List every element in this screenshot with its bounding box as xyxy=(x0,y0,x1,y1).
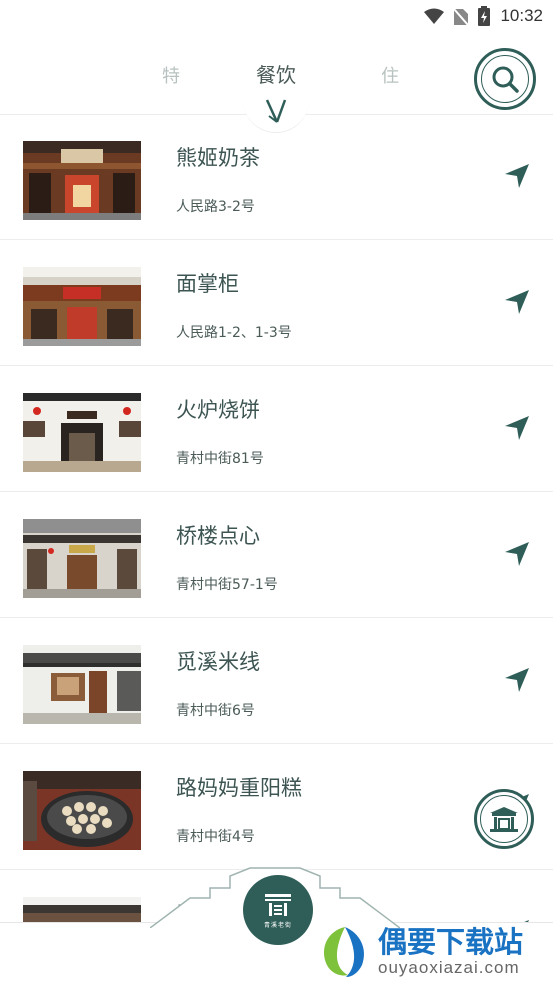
watermark-title: 偶要下载站 xyxy=(378,924,524,959)
shop-address: 青村中街81号 xyxy=(176,451,264,467)
shop-address: 青村中街57-1号 xyxy=(176,577,278,593)
top-bar: 特 餐饮 住 xyxy=(0,32,553,133)
navigate-icon[interactable] xyxy=(503,540,531,568)
chopsticks-icon xyxy=(265,99,287,123)
list-item[interactable]: 觅溪米线 青村中街6号 xyxy=(0,618,553,744)
watermark-url: ouyaoxiazai.com xyxy=(378,957,520,977)
watermark-logo-icon xyxy=(324,926,365,977)
search-button[interactable] xyxy=(474,48,536,110)
shop-address: 人民路1-2、1-3号 xyxy=(176,325,292,341)
landmark-button[interactable] xyxy=(474,789,534,849)
navigate-icon[interactable] xyxy=(503,666,531,694)
shop-name: 面掌柜 xyxy=(176,272,239,296)
navigate-icon[interactable] xyxy=(503,162,531,190)
no-sim-icon xyxy=(454,8,469,25)
shop-name: 桥楼点心 xyxy=(176,524,260,548)
navigate-icon[interactable] xyxy=(503,288,531,316)
home-button[interactable]: 青溪老街 xyxy=(243,875,313,945)
list-item[interactable]: 路妈妈重阳糕 青村中街4号 xyxy=(0,744,553,870)
wifi-icon xyxy=(424,8,445,24)
shop-photo xyxy=(23,267,141,346)
home-subtitle: 青溪老街 xyxy=(263,921,292,929)
shop-photo xyxy=(23,519,141,598)
shop-address: 青村中街4号 xyxy=(176,829,255,845)
gate-icon xyxy=(490,807,518,832)
shop-photo xyxy=(23,393,141,472)
tab-next[interactable]: 住 xyxy=(381,62,399,88)
shop-address: 青村中街6号 xyxy=(176,703,255,719)
battery-icon xyxy=(478,6,491,26)
tab-prev[interactable]: 特 xyxy=(162,62,180,88)
qingxi-logo-icon xyxy=(265,893,291,916)
shop-name: 觅溪米线 xyxy=(176,650,260,674)
shop-name: 路妈妈重阳糕 xyxy=(176,776,302,800)
list-item[interactable]: 桥楼点心 青村中街57-1号 xyxy=(0,492,553,618)
tab-dining[interactable]: 餐饮 xyxy=(256,59,296,88)
site-watermark: 偶要下载站 ouyaoxiazai.com xyxy=(316,920,553,983)
shop-photo xyxy=(23,771,141,850)
status-bar: 10:32 xyxy=(0,0,553,32)
shop-name: 熊姬奶茶 xyxy=(176,146,260,170)
shop-photo xyxy=(23,645,141,724)
shop-address: 人民路3-2号 xyxy=(176,199,255,215)
navigate-icon[interactable] xyxy=(503,414,531,442)
list-item[interactable]: 火炉烧饼 青村中街81号 xyxy=(0,366,553,492)
shop-photo xyxy=(23,141,141,220)
shop-name: 火炉烧饼 xyxy=(176,398,260,422)
search-icon xyxy=(492,66,519,93)
list-item[interactable]: 面掌柜 人民路1-2、1-3号 xyxy=(0,240,553,366)
status-time: 10:32 xyxy=(500,6,543,25)
